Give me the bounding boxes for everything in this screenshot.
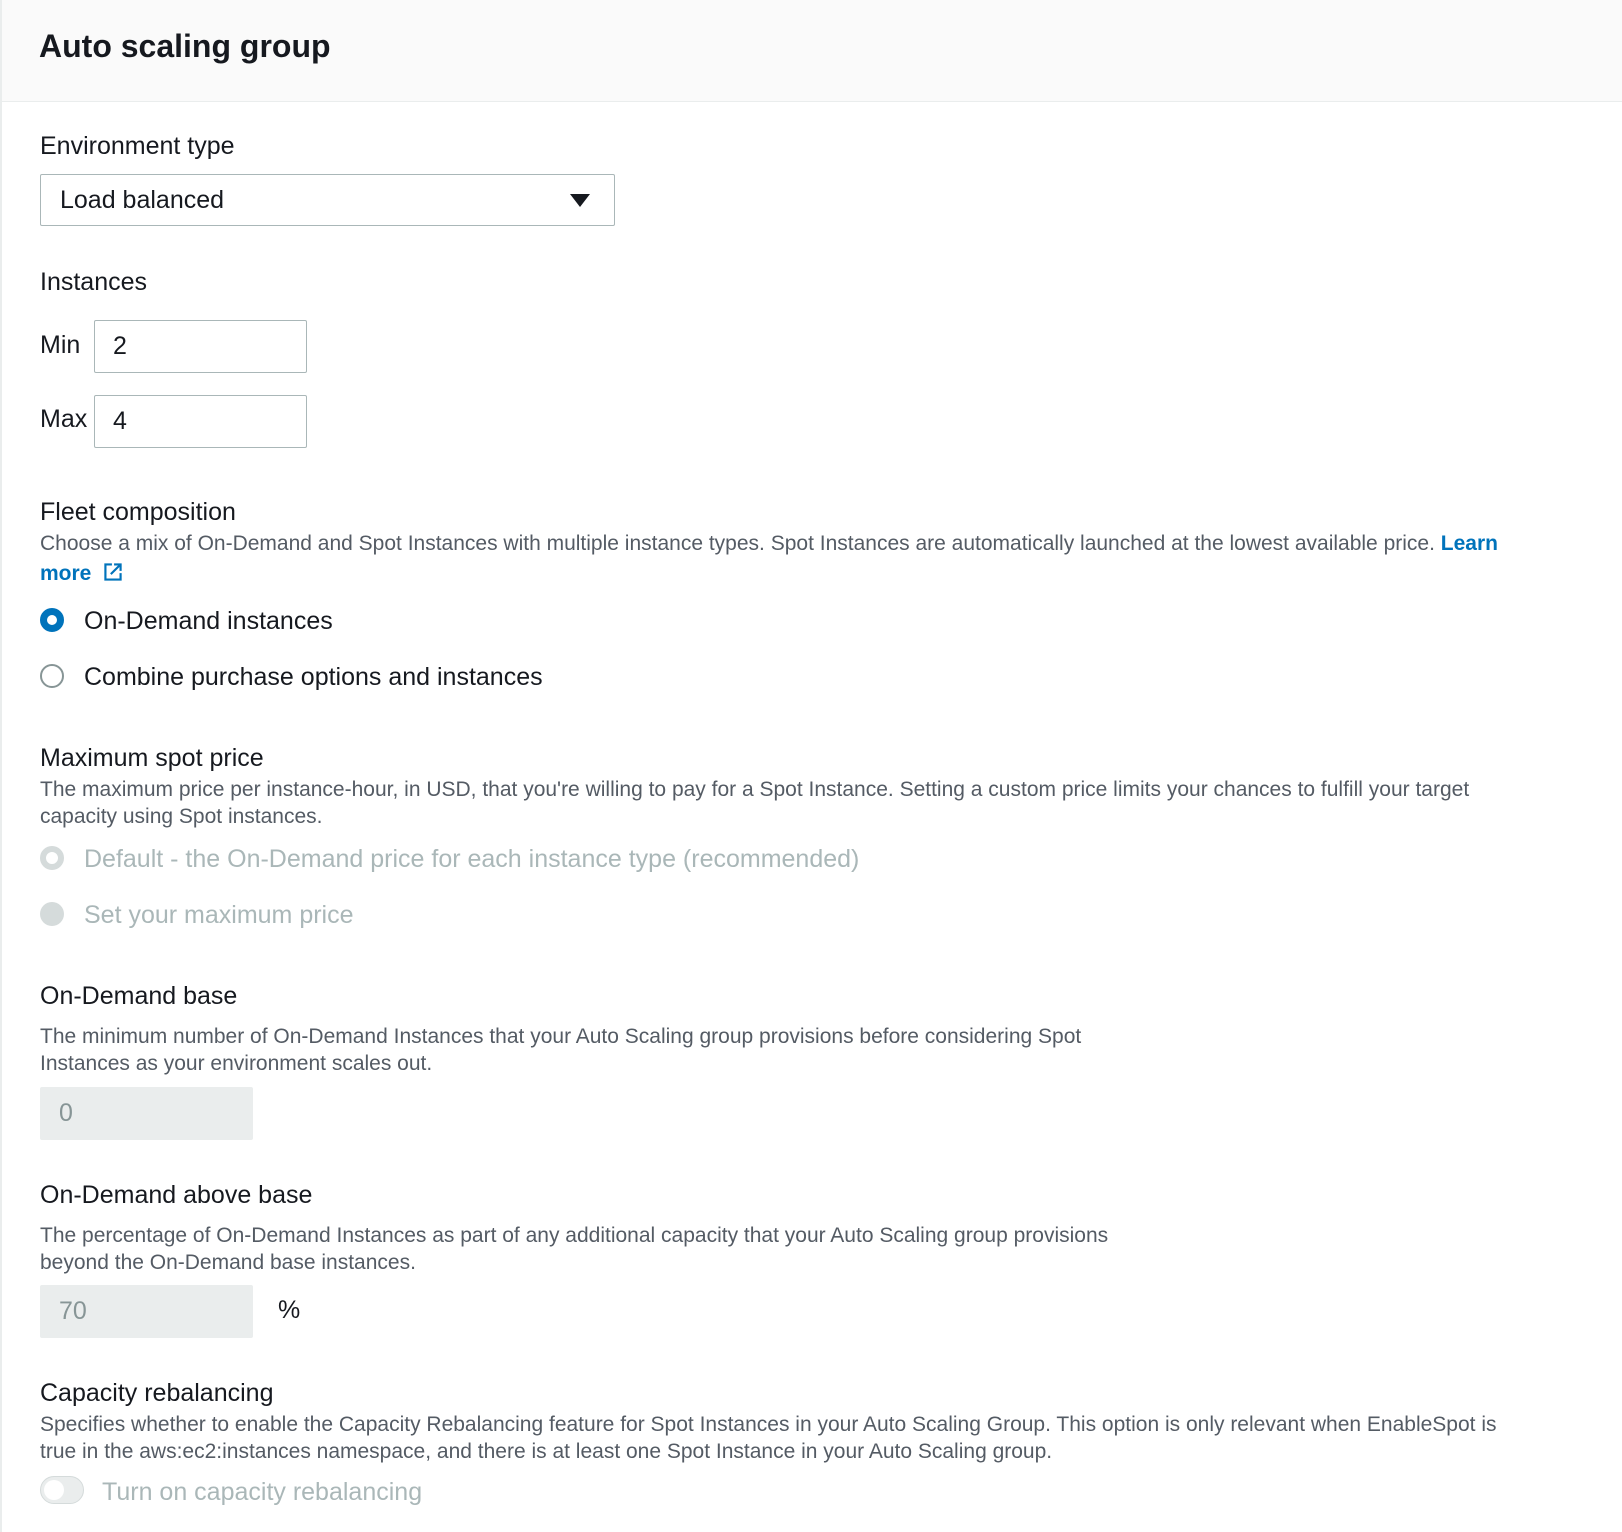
instances-label: Instances — [40, 268, 148, 296]
on-demand-above-base-input[interactable] — [40, 1285, 253, 1338]
max-spot-price-label: Maximum spot price — [40, 744, 264, 772]
min-label: Min — [40, 331, 81, 359]
combine-options-radio[interactable] — [40, 664, 64, 688]
toggle-knob — [44, 1480, 64, 1500]
on-demand-base-description-1: The minimum number of On-Demand Instance… — [40, 1025, 1082, 1048]
on-demand-above-base-description-1: The percentage of On-Demand Instances as… — [40, 1224, 1109, 1247]
on-demand-base-label: On-Demand base — [40, 982, 238, 1010]
auto-scaling-panel: Auto scaling group Environment type Load… — [0, 0, 1622, 1532]
fleet-composition-label: Fleet composition — [40, 498, 236, 526]
capacity-rebalancing-toggle[interactable] — [40, 1476, 84, 1504]
capacity-rebalancing-label: Capacity rebalancing — [40, 1379, 274, 1407]
learn-more-text-2: more — [40, 562, 92, 585]
external-link-icon — [104, 563, 122, 581]
on-demand-radio[interactable] — [40, 608, 64, 632]
panel-header: Auto scaling group — [2, 0, 1622, 102]
environment-type-label: Environment type — [40, 132, 235, 160]
fleet-description-text: Choose a mix of On-Demand and Spot Insta… — [40, 532, 1435, 555]
max-spot-price-description-1: The maximum price per instance-hour, in … — [40, 778, 1470, 801]
max-instances-input[interactable] — [94, 395, 307, 448]
environment-type-select[interactable]: Load balanced — [40, 174, 615, 226]
default-price-radio-label[interactable]: Default - the On-Demand price for each i… — [84, 845, 859, 874]
learn-more-link-2[interactable]: more — [40, 562, 91, 585]
combine-options-radio-label[interactable]: Combine purchase options and instances — [84, 663, 543, 692]
environment-type-value: Load balanced — [60, 186, 225, 214]
on-demand-radio-label[interactable]: On-Demand instances — [84, 607, 333, 636]
capacity-rebalancing-description-2: true in the aws:ec2:instances namespace,… — [40, 1440, 1053, 1463]
on-demand-above-base-description-2: beyond the On-Demand base instances. — [40, 1251, 416, 1274]
fleet-composition-description: Choose a mix of On-Demand and Spot Insta… — [40, 530, 1580, 557]
on-demand-base-description-2: Instances as your environment scales out… — [40, 1052, 433, 1075]
default-price-radio[interactable] — [40, 846, 64, 870]
percent-unit: % — [278, 1296, 301, 1324]
page-title: Auto scaling group — [39, 28, 331, 64]
max-spot-price-description-2: capacity using Spot instances. — [40, 805, 323, 828]
caret-down-icon — [570, 194, 590, 207]
set-max-price-radio[interactable] — [40, 902, 64, 926]
learn-more-text-1: Learn — [1440, 532, 1498, 555]
set-max-price-radio-label[interactable]: Set your maximum price — [84, 901, 354, 930]
learn-more-link[interactable]: Learn — [1441, 532, 1498, 555]
learn-more-link-continued[interactable]: more — [40, 559, 126, 586]
on-demand-above-base-label: On-Demand above base — [40, 1181, 313, 1209]
capacity-rebalancing-description-1: Specifies whether to enable the Capacity… — [40, 1413, 1497, 1436]
min-instances-input[interactable] — [94, 320, 307, 373]
capacity-rebalancing-toggle-label[interactable]: Turn on capacity rebalancing — [102, 1478, 422, 1507]
on-demand-base-input[interactable] — [40, 1087, 253, 1140]
max-label: Max — [40, 405, 88, 433]
